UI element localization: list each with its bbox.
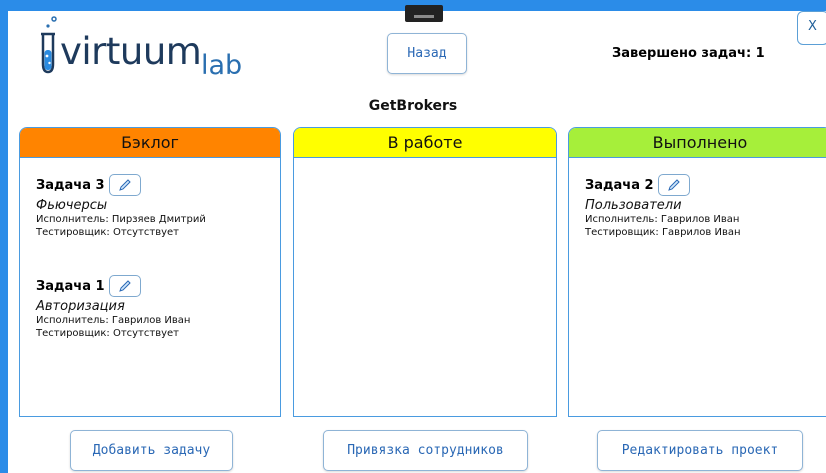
column-header-backlog: Бэклог [20,128,280,158]
pencil-icon [667,179,680,191]
task-assignee: Исполнитель: Гаврилов Иван [585,214,740,225]
edit-task-button[interactable] [108,174,141,196]
task-title: Задача 3 [36,177,105,193]
flask-icon [41,16,57,74]
edit-task-button[interactable] [657,174,690,196]
column-header-in-progress: В работе [294,128,556,158]
back-button[interactable]: Назад [387,33,467,74]
logo-wordmark: virtuum [60,30,202,73]
pencil-icon [118,280,131,292]
task-name: Пользователи [585,198,682,213]
column-header-done: Выполнено [569,128,826,158]
task-card: Задача 2 Пользователи Исполнитель: Гаври… [585,174,741,239]
task-assignee: Исполнитель: Гаврилов Иван [36,315,191,326]
task-assignee: Исполнитель: Пирзяев Дмитрий [36,214,206,225]
column-title: Выполнено [652,133,748,152]
task-tester: Тестировщик: Гаврилов Иван [585,227,741,238]
edit-project-button[interactable]: Редактировать проект [597,430,803,471]
close-button[interactable]: X [797,11,826,45]
window-drag-handle[interactable] [405,5,443,22]
completed-tasks-counter: Завершено задач: 1 [612,46,765,61]
edit-task-button[interactable] [108,275,141,297]
column-title: Бэклог [121,133,179,152]
app-logo: virtuum lab [34,16,264,86]
task-card: Задача 3 Фьючерсы Исполнитель: Пирзяев Д… [36,174,206,239]
add-task-button[interactable]: Добавить задачу [70,430,233,471]
bind-staff-button[interactable]: Привязка сотрудников [323,430,528,471]
task-name: Фьючерсы [36,198,108,213]
task-title: Задача 1 [36,278,105,294]
column-done: Выполнено Задача 2 Пользователи Исполнит… [568,127,826,417]
task-title: Задача 2 [585,177,654,193]
logo-sub-wordmark: lab [201,50,243,81]
column-title: В работе [387,133,463,152]
column-in-progress: В работе [293,127,557,417]
pencil-icon [118,179,131,191]
task-name: Авторизация [36,299,125,314]
project-title: GetBrokers [368,98,458,114]
task-card: Задача 1 Авторизация Исполнитель: Гаврил… [36,275,190,340]
task-tester: Тестировщик: Отсутствует [36,227,179,238]
task-tester: Тестировщик: Отсутствует [36,328,179,339]
column-backlog: Бэклог Задача 3 Фьючерсы Исполнитель: Пи… [19,127,281,417]
